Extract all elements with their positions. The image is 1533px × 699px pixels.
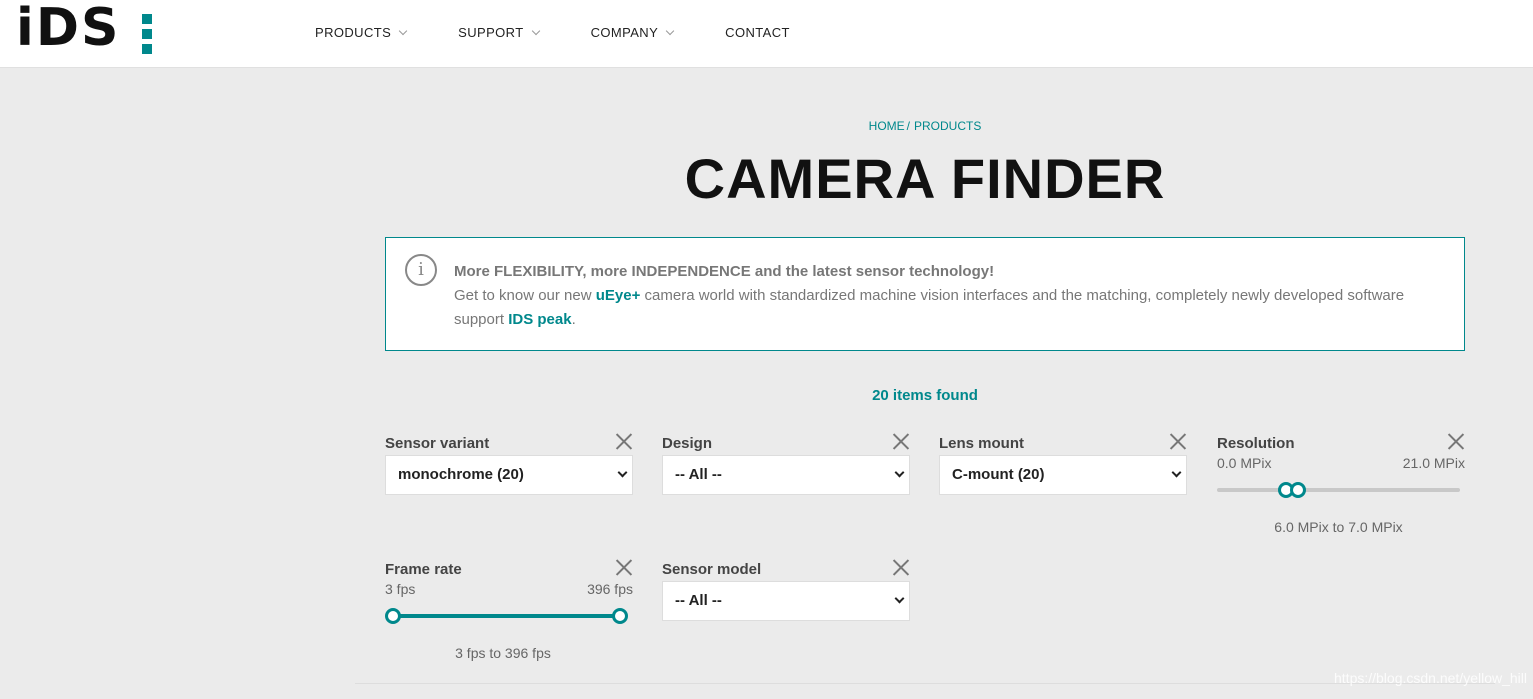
nav-company[interactable]: COMPANY	[590, 25, 675, 40]
range-track[interactable]	[1217, 482, 1460, 498]
nav-contact[interactable]: CONTACT	[725, 25, 790, 40]
range-handle-max[interactable]	[612, 608, 628, 624]
range-min-label: 3 fps	[385, 581, 416, 597]
close-icon[interactable]	[1447, 432, 1465, 450]
info-icon: i	[405, 254, 437, 286]
filter-sensor-model: Sensor model -- All --	[662, 558, 910, 621]
select-value: -- All --	[675, 592, 722, 609]
filter-resolution: Resolution 0.0 MPix 21.0 MPix 6.0 MPix t…	[1217, 432, 1465, 535]
main-nav: PRODUCTS SUPPORT COMPANY CONTACT	[315, 25, 842, 40]
ueye-plus-link[interactable]: uEye+	[596, 287, 641, 304]
range-readout: 3 fps to 396 fps	[455, 645, 551, 661]
sensor-variant-select[interactable]: monochrome (20)	[385, 455, 633, 495]
filter-lens-mount: Lens mount C-mount (20)	[939, 432, 1187, 495]
close-icon[interactable]	[1169, 432, 1187, 450]
range-readout: 6.0 MPix to 7.0 MPix	[1274, 519, 1403, 535]
filter-label: Sensor model	[662, 561, 762, 578]
filter-label: Frame rate	[385, 561, 462, 578]
results-count: 20 items found	[872, 387, 978, 404]
range-handle-max[interactable]	[1289, 482, 1306, 498]
chevron-down-icon	[894, 467, 905, 478]
info-headline: More FLEXIBILITY, more INDEPENDENCE and …	[454, 263, 995, 280]
chevron-down-icon	[531, 26, 540, 35]
info-banner: i More FLEXIBILITY, more INDEPENDENCE an…	[385, 237, 1465, 351]
lens-mount-select[interactable]: C-mount (20)	[939, 455, 1187, 495]
filter-frame-rate: Frame rate 3 fps 396 fps 3 fps to 396 fp…	[385, 558, 633, 661]
logo-bars	[142, 14, 152, 54]
range-min-label: 0.0 MPix	[1217, 455, 1272, 471]
range-max-label: 396 fps	[587, 581, 633, 597]
watermark: https://blog.csdn.net/yellow_hill	[1334, 670, 1527, 686]
sensor-model-select[interactable]: -- All --	[662, 581, 910, 621]
design-select[interactable]: -- All --	[662, 455, 910, 495]
site-header: iDS PRODUCTS SUPPORT COMPANY CONTACT	[0, 0, 1533, 68]
chevron-down-icon	[398, 26, 408, 35]
nav-support[interactable]: SUPPORT	[458, 25, 540, 40]
breadcrumb-home[interactable]: HOME	[869, 119, 905, 133]
info-body-end: .	[571, 311, 576, 328]
breadcrumb-separator: /	[906, 119, 910, 133]
select-value: C-mount (20)	[952, 466, 1045, 483]
range-track[interactable]	[385, 608, 628, 624]
nav-support-label: SUPPORT	[458, 25, 524, 40]
filter-label: Design	[662, 435, 713, 452]
filter-label: Lens mount	[939, 435, 1024, 452]
filter-label: Resolution	[1217, 435, 1295, 452]
breadcrumb-products[interactable]: PRODUCTS	[914, 119, 981, 133]
chevron-down-icon	[1171, 467, 1182, 478]
close-icon[interactable]	[615, 432, 633, 450]
filter-label: Sensor variant	[385, 435, 490, 452]
select-value: monochrome (20)	[398, 466, 524, 483]
filter-sensor-variant: Sensor variant monochrome (20)	[385, 432, 633, 495]
page-title: CAMERA FINDER	[684, 147, 1166, 210]
info-text: More FLEXIBILITY, more INDEPENDENCE and …	[454, 260, 1444, 332]
breadcrumb: HOME / PRODUCTS	[0, 119, 1533, 133]
range-max-label: 21.0 MPix	[1402, 455, 1465, 471]
nav-contact-label: CONTACT	[725, 25, 790, 40]
ids-peak-link[interactable]: IDS peak	[508, 311, 571, 328]
chevron-down-icon	[665, 26, 675, 35]
range-handle-min[interactable]	[385, 608, 401, 624]
filter-design: Design -- All --	[662, 432, 910, 495]
chevron-down-icon	[617, 467, 628, 478]
section-divider	[355, 683, 1495, 684]
logo-text: iDS	[16, 0, 121, 58]
close-icon[interactable]	[615, 558, 633, 576]
chevron-down-icon	[894, 593, 905, 604]
info-body: Get to know our new uEye+ camera world w…	[454, 284, 1444, 332]
info-body-start: Get to know our new	[454, 287, 596, 304]
nav-products-label: PRODUCTS	[315, 25, 392, 40]
ids-logo[interactable]: iDS	[16, 2, 156, 54]
range-fill	[393, 614, 620, 618]
nav-products[interactable]: PRODUCTS	[315, 25, 408, 40]
close-icon[interactable]	[892, 558, 910, 576]
select-value: -- All --	[675, 466, 722, 483]
close-icon[interactable]	[892, 432, 910, 450]
nav-company-label: COMPANY	[590, 25, 659, 40]
